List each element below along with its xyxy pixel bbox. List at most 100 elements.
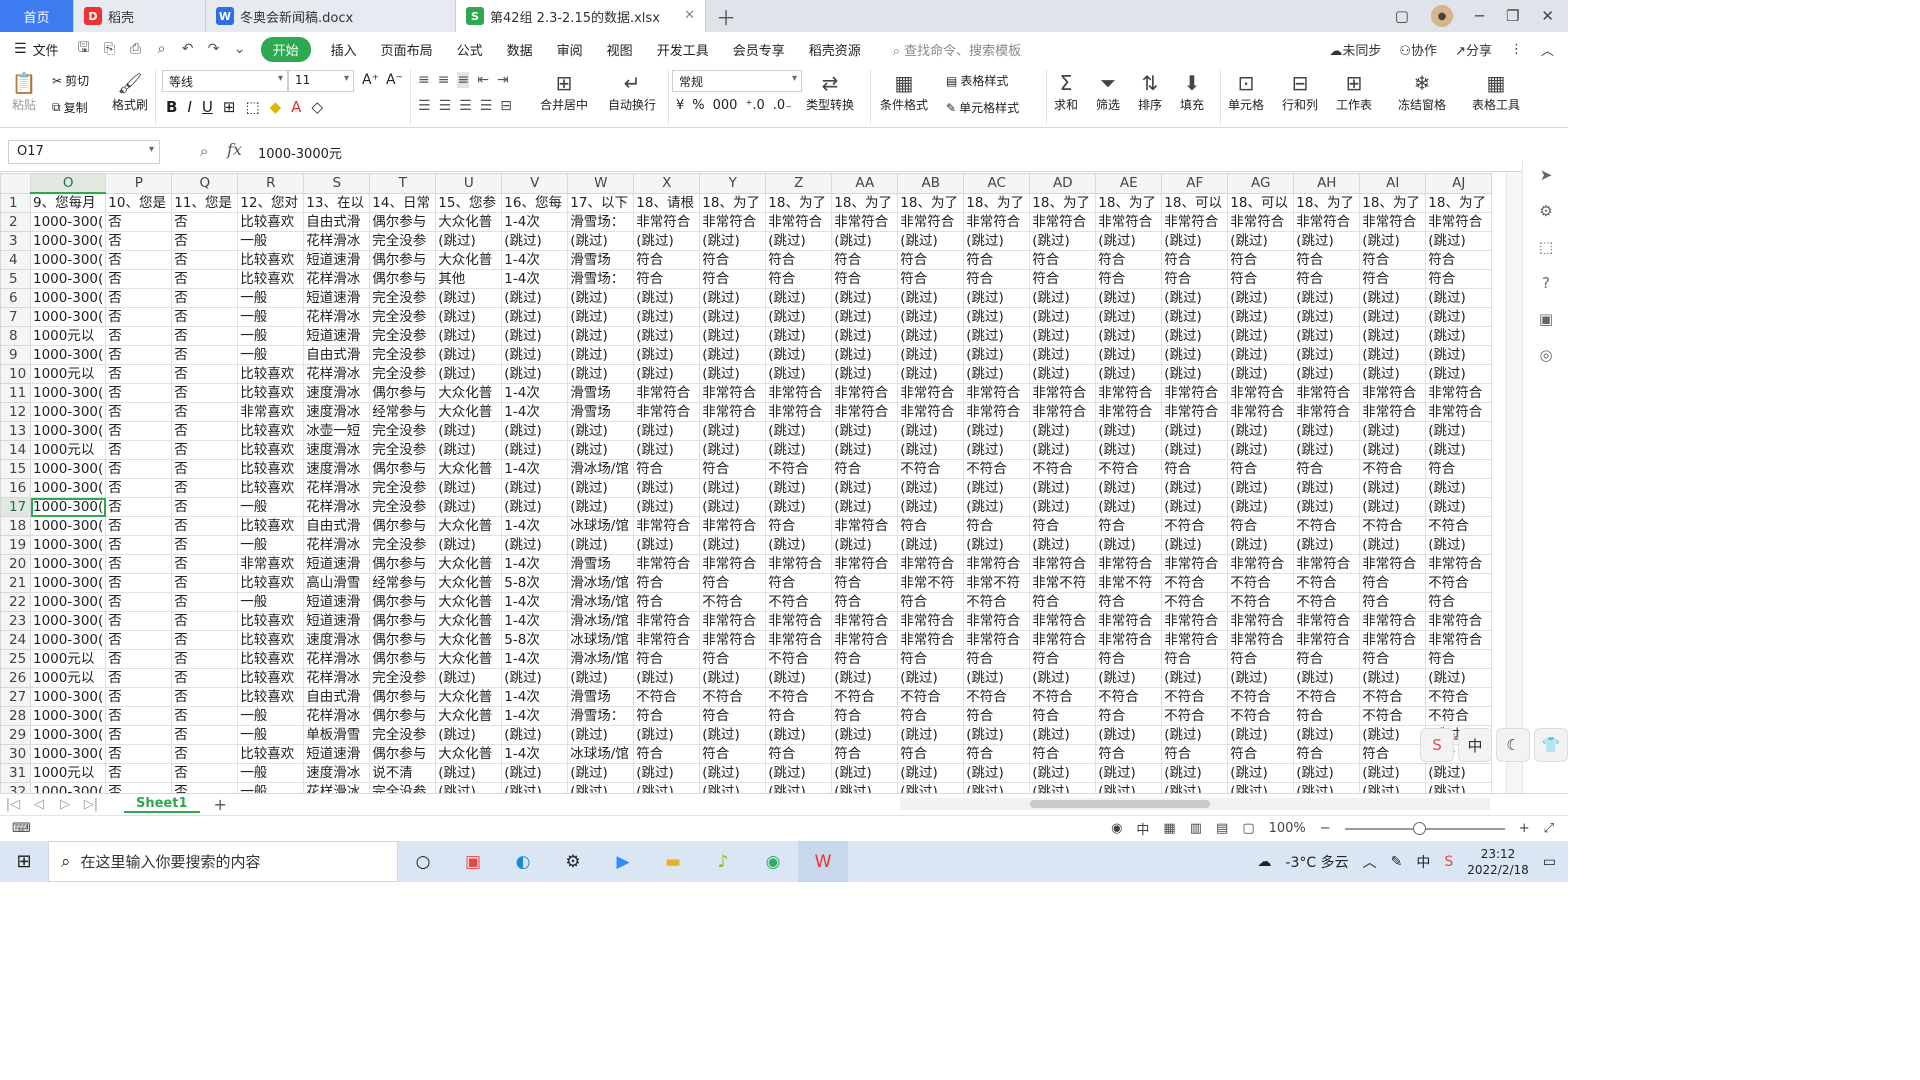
cell[interactable]: 符合 [633, 269, 701, 289]
cell[interactable]: 1000-300( [29, 706, 107, 726]
scroll-thumb[interactable] [1030, 800, 1210, 808]
cell[interactable]: 花样滑冰 [303, 478, 371, 498]
cell[interactable]: (跳过) [765, 440, 833, 460]
shape-icon[interactable]: ⬚ [1535, 236, 1557, 258]
cell[interactable]: (跳过) [567, 535, 635, 555]
cell[interactable]: (跳过) [501, 345, 569, 365]
page-view-icon[interactable]: ▥ [1190, 821, 1202, 836]
cell[interactable]: 符合 [897, 706, 965, 726]
cell[interactable]: 不符合 [699, 687, 767, 707]
cell[interactable]: (跳过) [567, 782, 635, 793]
cell[interactable]: (跳过) [1095, 231, 1163, 251]
cell[interactable]: (跳过) [1293, 763, 1361, 783]
cell[interactable]: 比较喜欢 [237, 440, 305, 460]
cell[interactable]: 符合 [699, 269, 767, 289]
fill-color-icon[interactable]: ◆ [270, 98, 282, 116]
cell[interactable]: 比较喜欢 [237, 269, 305, 289]
cell[interactable]: 符合 [1227, 459, 1295, 479]
cell[interactable]: 否 [171, 250, 239, 270]
cell[interactable]: (跳过) [699, 326, 767, 346]
cell[interactable]: 18、请根 [633, 192, 701, 213]
cell[interactable]: 非常符合 [1425, 402, 1493, 422]
cell[interactable]: 比较喜欢 [237, 212, 305, 232]
print-preview-icon[interactable]: ⌕ [151, 38, 173, 60]
cell[interactable]: (跳过) [435, 497, 503, 517]
column-header[interactable]: AH [1293, 173, 1361, 194]
cell[interactable]: (跳过) [699, 345, 767, 365]
cell[interactable]: 不符合 [765, 687, 833, 707]
cell[interactable]: 非常符合 [1359, 383, 1427, 403]
windows-start-icon[interactable]: ⊞ [0, 841, 48, 882]
cell[interactable]: 否 [171, 592, 239, 612]
cell[interactable]: 否 [105, 554, 173, 574]
cell[interactable]: (跳过) [567, 421, 635, 441]
cell[interactable]: 1000-300( [29, 782, 107, 793]
cell[interactable]: 否 [171, 212, 239, 232]
cell[interactable]: (跳过) [1359, 497, 1427, 517]
cell[interactable]: 符合 [897, 516, 965, 536]
cell[interactable]: (跳过) [1029, 535, 1097, 555]
cell[interactable]: 非常符合 [1161, 212, 1229, 232]
cell[interactable]: (跳过) [765, 763, 833, 783]
cell[interactable]: 否 [171, 668, 239, 688]
cell[interactable]: (跳过) [1293, 497, 1361, 517]
cell[interactable]: (跳过) [1161, 725, 1229, 745]
cell[interactable]: 比较喜欢 [237, 516, 305, 536]
cell[interactable]: (跳过) [699, 288, 767, 308]
cell[interactable]: 比较喜欢 [237, 649, 305, 669]
cell[interactable]: 符合 [1029, 250, 1097, 270]
cell[interactable]: 不符合 [1293, 687, 1361, 707]
cell[interactable]: (跳过) [501, 535, 569, 555]
cell[interactable]: 否 [171, 440, 239, 460]
cell[interactable]: 不符合 [897, 687, 965, 707]
cell[interactable]: 15、您参 [435, 192, 503, 213]
cell[interactable]: (跳过) [1161, 440, 1229, 460]
cell[interactable]: 偶尔参与 [369, 250, 437, 270]
cell[interactable]: (跳过) [765, 421, 833, 441]
cell[interactable]: (跳过) [1161, 326, 1229, 346]
column-header[interactable]: AJ [1425, 173, 1493, 194]
cell[interactable]: (跳过) [1095, 535, 1163, 555]
cell[interactable]: (跳过) [1293, 440, 1361, 460]
conditional-format-button[interactable]: ▦ 条件格式 [880, 70, 928, 113]
cell[interactable]: (跳过) [699, 231, 767, 251]
cell[interactable]: 符合 [765, 706, 833, 726]
indent-left-icon[interactable]: ⇤ [477, 72, 489, 88]
cell[interactable]: 滑雪场 [567, 250, 635, 270]
cell[interactable]: 否 [105, 326, 173, 346]
decrease-font-button[interactable]: A⁻ [386, 72, 403, 88]
cell[interactable]: 1000-300( [29, 307, 107, 327]
cell[interactable]: (跳过) [1227, 231, 1295, 251]
cell[interactable]: 符合 [1161, 459, 1229, 479]
cell[interactable]: 符合 [831, 459, 899, 479]
cell[interactable]: 符合 [765, 250, 833, 270]
row-header[interactable]: 24 [0, 630, 31, 650]
cell[interactable]: 否 [171, 307, 239, 327]
cell[interactable]: 不符合 [1293, 516, 1361, 536]
cell[interactable]: 1000-300( [29, 345, 107, 365]
row-header[interactable]: 25 [0, 649, 31, 669]
kebab-icon[interactable]: ⋮ [1510, 42, 1523, 57]
cell[interactable]: 非常符合 [765, 554, 833, 574]
indent-right-icon[interactable]: ⇥ [497, 72, 509, 88]
cell[interactable]: (跳过) [501, 725, 569, 745]
cell[interactable]: (跳过) [633, 288, 701, 308]
cell[interactable]: (跳过) [1293, 288, 1361, 308]
cell[interactable]: 否 [105, 345, 173, 365]
cell[interactable]: (跳过) [633, 440, 701, 460]
cell[interactable]: (跳过) [435, 307, 503, 327]
row-header[interactable]: 22 [0, 592, 31, 612]
cell[interactable]: 符合 [1029, 706, 1097, 726]
cell[interactable]: 符合 [963, 649, 1031, 669]
cell[interactable]: 否 [105, 288, 173, 308]
cell[interactable]: 不符合 [1293, 573, 1361, 593]
row-header[interactable]: 1 [0, 192, 31, 213]
cell[interactable]: 5-8次 [501, 630, 569, 650]
cell[interactable]: 偶尔参与 [369, 592, 437, 612]
office-icon[interactable]: ▣ [448, 841, 498, 882]
cell[interactable]: (跳过) [1227, 288, 1295, 308]
cell[interactable]: (跳过) [1095, 782, 1163, 793]
cell[interactable]: 非常符合 [897, 212, 965, 232]
cell[interactable]: 17、以下 [567, 192, 635, 213]
cell-style-button[interactable]: ✎ 单元格样式 [946, 99, 1019, 116]
